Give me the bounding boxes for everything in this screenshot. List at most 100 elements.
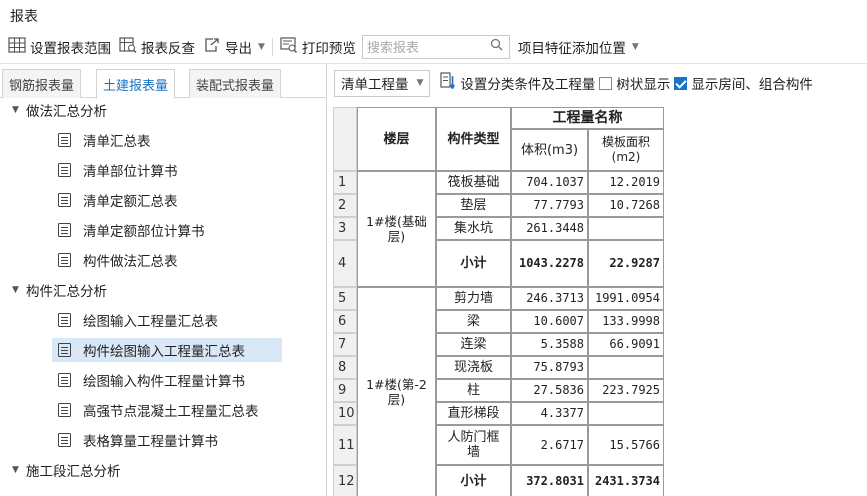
area-cell[interactable]: 1991.0954: [588, 287, 664, 310]
tree-item-label: 绘图输入构件工程量计算书: [83, 374, 245, 390]
print-preview-button[interactable]: 打印预览: [276, 34, 360, 60]
quantity-mode-value: 清单工程量: [341, 77, 409, 93]
tree-group-component-summary[interactable]: ▼ 构件汇总分析: [12, 278, 107, 302]
area-cell[interactable]: [588, 356, 664, 379]
area-cell[interactable]: 66.9091: [588, 333, 664, 356]
area-cell[interactable]: [588, 402, 664, 425]
type-cell[interactable]: 筏板基础: [436, 171, 511, 194]
type-cell[interactable]: 现浇板: [436, 356, 511, 379]
export-button[interactable]: 导出 ▼: [199, 34, 269, 60]
area-cell[interactable]: 10.7268: [588, 194, 664, 217]
volume-cell[interactable]: 27.5836: [511, 379, 588, 402]
expand-arrow-icon[interactable]: ▼: [12, 465, 26, 475]
area-cell[interactable]: 12.2019: [588, 171, 664, 194]
tree-item-high-strength-node-summary[interactable]: 高强节点混凝土工程量汇总表: [58, 398, 259, 422]
type-cell[interactable]: 柱: [436, 379, 511, 402]
tree-item-drawing-component-calc[interactable]: 绘图输入构件工程量计算书: [58, 368, 245, 392]
area-cell[interactable]: 223.7925: [588, 379, 664, 402]
quantity-mode-dropdown[interactable]: 清单工程量 ▼: [334, 69, 431, 97]
export-icon: [203, 37, 225, 57]
type-cell[interactable]: 梁: [436, 310, 511, 333]
document-icon: [58, 373, 71, 387]
document-icon: [58, 193, 71, 207]
show-room-checkbox[interactable]: 显示房间、组合构件: [674, 73, 813, 93]
header-volume[interactable]: 体积(m3): [511, 129, 588, 171]
chevron-down-icon: ▼: [631, 41, 639, 52]
subtotal-label-cell[interactable]: 小计: [436, 465, 511, 496]
tree-item-label: 高强节点混凝土工程量汇总表: [83, 404, 259, 420]
chevron-down-icon: ▼: [258, 41, 265, 52]
subtotal-volume-cell[interactable]: 1043.2278: [511, 240, 588, 287]
set-range-button[interactable]: 设置报表范围: [4, 34, 115, 60]
export-label: 导出: [225, 40, 252, 57]
subtotal-label-cell[interactable]: 小计: [436, 240, 511, 287]
subtotal-volume-cell[interactable]: 372.8031: [511, 465, 588, 496]
volume-cell[interactable]: 261.3448: [511, 217, 588, 240]
row-number: 6: [333, 310, 357, 333]
tab-rebar-report[interactable]: 钢筋报表量: [2, 69, 82, 98]
tree-display-label: 树状显示: [616, 77, 671, 93]
toolbar-divider: [271, 37, 273, 56]
row-number: 3: [333, 217, 357, 240]
tree-item-label: 绘图输入工程量汇总表: [83, 314, 218, 330]
expand-arrow-icon[interactable]: ▼: [12, 105, 26, 115]
tree-display-checkbox[interactable]: 树状显示: [599, 73, 670, 93]
type-cell[interactable]: 人防门框墙: [436, 425, 511, 465]
tree-item-table-calc[interactable]: 表格算量工程量计算书: [58, 428, 218, 452]
tree-item-list-quota-part-calc[interactable]: 清单定额部位计算书: [58, 218, 205, 242]
floor-cell-minus2[interactable]: 1#楼(第-2层): [357, 287, 436, 496]
volume-cell[interactable]: 5.3588: [511, 333, 588, 356]
volume-cell[interactable]: 2.6717: [511, 425, 588, 465]
report-nav-panel: 钢筋报表量 土建报表量 装配式报表量 ▼ 做法汇总分析 清单汇总表 清单部位计算…: [0, 64, 327, 496]
type-cell[interactable]: 连梁: [436, 333, 511, 356]
tree-group-label: 施工段汇总分析: [26, 464, 121, 480]
volume-cell[interactable]: 4.3377: [511, 402, 588, 425]
reverse-label: 报表反查: [141, 40, 195, 57]
document-icon: [58, 433, 71, 447]
expand-arrow-icon[interactable]: ▼: [12, 285, 26, 295]
row-number: 1: [333, 171, 357, 194]
floor-cell-foundation[interactable]: 1#楼(基础层): [357, 171, 436, 287]
report-search-input[interactable]: 搜索报表: [361, 34, 510, 59]
print-preview-icon: [280, 36, 302, 57]
tree-group-method-summary[interactable]: ▼ 做法汇总分析: [12, 98, 107, 122]
tree-item-component-drawing-summary[interactable]: 构件绘图输入工程量汇总表: [52, 338, 282, 362]
type-cell[interactable]: 集水坑: [436, 217, 511, 240]
subtotal-area-cell[interactable]: 22.9287: [588, 240, 664, 287]
tree-item-drawing-input-summary[interactable]: 绘图输入工程量汇总表: [58, 308, 218, 332]
reverse-lookup-button[interactable]: 报表反查: [115, 34, 199, 60]
volume-cell[interactable]: 75.8793: [511, 356, 588, 379]
chevron-down-icon: ▼: [416, 78, 424, 88]
checkbox-unchecked-icon[interactable]: [599, 76, 613, 90]
tree-item-list-part-calc[interactable]: 清单部位计算书: [58, 158, 178, 182]
add-position-dropdown[interactable]: 项目特征添加位置 ▼: [514, 34, 643, 60]
area-cell[interactable]: 133.9998: [588, 310, 664, 333]
area-cell[interactable]: [588, 217, 664, 240]
tab-prefab-report[interactable]: 装配式报表量: [189, 69, 282, 98]
volume-cell[interactable]: 77.7793: [511, 194, 588, 217]
tree-item-list-quota-summary[interactable]: 清单定额汇总表: [58, 188, 178, 212]
row-number: 8: [333, 356, 357, 379]
print-preview-label: 打印预览: [301, 40, 356, 57]
type-cell[interactable]: 剪力墙: [436, 287, 511, 310]
search-icon[interactable]: [490, 38, 503, 55]
tab-civil-report[interactable]: 土建报表量: [96, 69, 176, 99]
set-category-button[interactable]: 设置分类条件及工程量: [436, 70, 599, 96]
volume-cell[interactable]: 246.3713: [511, 287, 588, 310]
volume-cell[interactable]: 10.6007: [511, 310, 588, 333]
row-number: 2: [333, 194, 357, 217]
tree-group-section-summary[interactable]: ▼ 施工段汇总分析: [12, 458, 121, 482]
row-number: 11: [333, 425, 357, 465]
grid-icon: [8, 36, 30, 57]
area-cell[interactable]: 15.5766: [588, 425, 664, 465]
tree-item-component-method-summary[interactable]: 构件做法汇总表: [58, 248, 178, 272]
subtotal-area-cell[interactable]: 2431.3734: [588, 465, 664, 496]
header-formwork-area[interactable]: 模板面积(m2): [588, 129, 664, 171]
checkbox-checked-icon[interactable]: [674, 76, 688, 90]
type-cell[interactable]: 垫层: [436, 194, 511, 217]
volume-cell[interactable]: 704.1037: [511, 171, 588, 194]
header-component-type[interactable]: 构件类型: [436, 107, 511, 171]
tree-item-list-summary[interactable]: 清单汇总表: [58, 128, 151, 152]
header-floor[interactable]: 楼层: [357, 107, 436, 171]
type-cell[interactable]: 直形梯段: [436, 402, 511, 425]
